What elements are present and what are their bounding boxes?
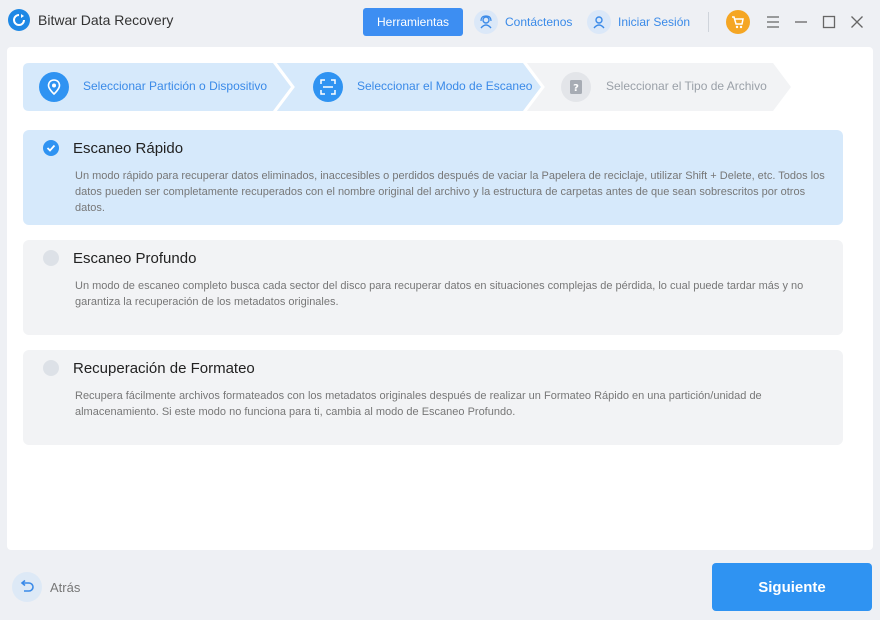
radio-unchecked-icon[interactable]	[43, 250, 59, 266]
scan-mode-quick[interactable]: Escaneo Rápido Un modo rápido para recup…	[23, 130, 843, 225]
scan-mode-title: Recuperación de Formateo	[73, 360, 255, 377]
scan-mode-description: Recupera fácilmente archivos formateados…	[75, 390, 762, 418]
title-bar: Bitwar Data Recovery Herramientas Contác…	[0, 0, 880, 44]
location-pin-icon	[39, 72, 69, 102]
scan-mode-title: Escaneo Profundo	[73, 250, 197, 267]
step-2-label: Seleccionar el Modo de Escaneo	[357, 79, 533, 93]
step-select-partition: Seleccionar Partición o Dispositivo	[23, 63, 293, 111]
svg-text:?: ?	[573, 83, 579, 94]
minimize-icon[interactable]	[791, 12, 811, 32]
next-button[interactable]: Siguiente	[712, 563, 872, 611]
scan-mode-format-recovery[interactable]: Recuperación de Formateo Recupera fácilm…	[23, 350, 843, 445]
maximize-icon[interactable]	[819, 12, 839, 32]
menu-icon[interactable]	[763, 12, 783, 32]
main-panel: Seleccionar Partición o Dispositivo Sele…	[7, 47, 873, 550]
radio-checked-icon[interactable]	[43, 140, 59, 156]
headset-icon	[474, 10, 498, 34]
close-icon[interactable]	[847, 12, 867, 32]
step-select-scan-mode: Seleccionar el Modo de Escaneo	[275, 63, 545, 111]
scan-mode-description: Un modo de escaneo completo busca cada s…	[75, 280, 804, 308]
step-select-file-type: ? Seleccionar el Tipo de Archivo	[525, 63, 795, 111]
step-3-label: Seleccionar el Tipo de Archivo	[606, 79, 767, 93]
app-title: Bitwar Data Recovery	[38, 12, 174, 28]
step-1-label: Seleccionar Partición o Dispositivo	[83, 79, 268, 93]
radio-unchecked-icon[interactable]	[43, 360, 59, 376]
scan-icon	[313, 72, 343, 102]
back-button[interactable]: Atrás	[12, 572, 80, 602]
wizard-stepper: Seleccionar Partición o Dispositivo Sele…	[23, 63, 793, 111]
file-question-icon: ?	[561, 72, 591, 102]
scan-mode-description: Un modo rápido para recuperar datos elim…	[75, 170, 825, 214]
back-label: Atrás	[50, 579, 81, 595]
user-icon	[587, 10, 611, 34]
cart-icon[interactable]	[726, 10, 750, 34]
app-logo-icon	[8, 9, 30, 31]
contact-label: Contáctenos	[505, 15, 573, 29]
login-label: Iniciar Sesión	[618, 15, 691, 29]
undo-arrow-icon	[12, 572, 42, 602]
login-link[interactable]: Iniciar Sesión	[587, 10, 690, 34]
scan-mode-deep[interactable]: Escaneo Profundo Un modo de escaneo comp…	[23, 240, 843, 335]
contact-link[interactable]: Contáctenos	[474, 10, 572, 34]
title-divider	[708, 12, 709, 32]
tools-button[interactable]: Herramientas	[363, 8, 463, 36]
scan-mode-title: Escaneo Rápido	[73, 140, 184, 157]
